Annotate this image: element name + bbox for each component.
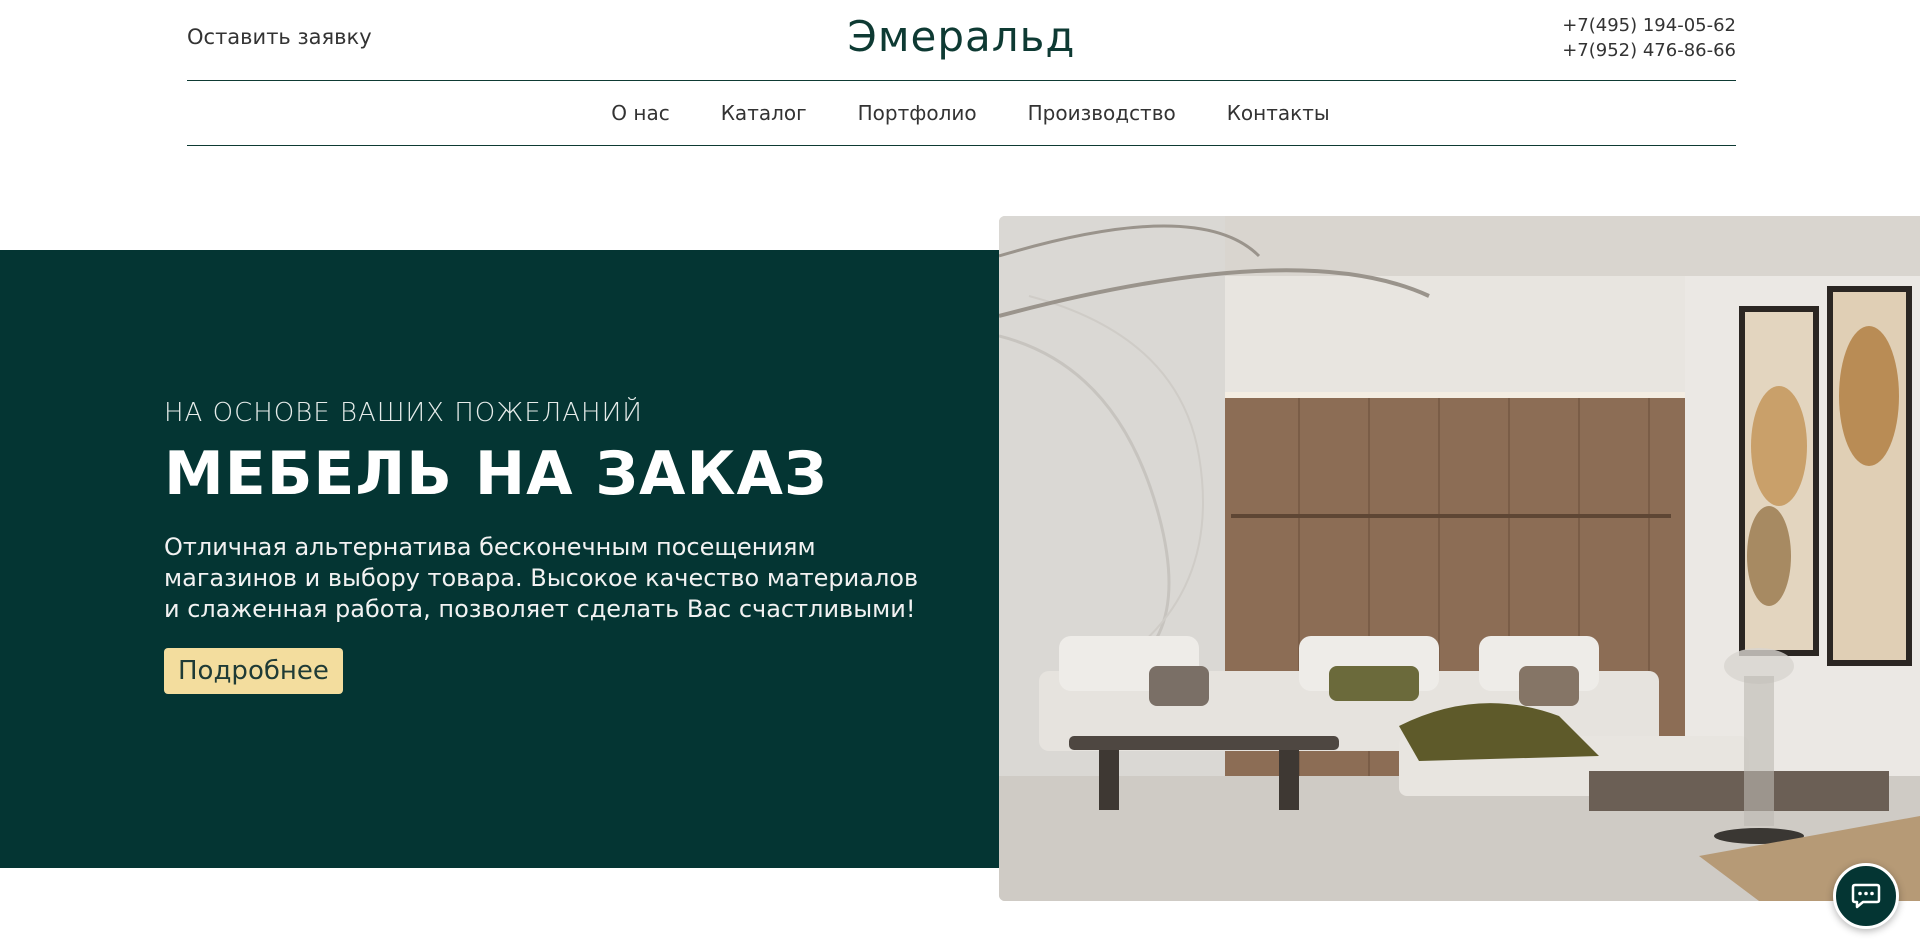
- nav-item-portfolio[interactable]: Портфолио: [858, 101, 977, 125]
- nav-item-contacts[interactable]: Контакты: [1227, 101, 1330, 125]
- site-header: Оставить заявку Эмеральд +7(495) 194-05-…: [187, 0, 1736, 81]
- phone-list: +7(495) 194-05-62 +7(952) 476-86-66: [1562, 13, 1736, 63]
- main-nav: О нас Каталог Портфолио Производство Кон…: [187, 81, 1736, 146]
- hero-content: НА ОСНОВЕ ВАШИХ ПОЖЕЛАНИЙ МЕБЕЛЬ НА ЗАКА…: [164, 398, 954, 694]
- phone-link-1[interactable]: +7(495) 194-05-62: [1562, 13, 1736, 38]
- hero-title: МЕБЕЛЬ НА ЗАКАЗ: [164, 439, 828, 509]
- nav-item-catalog[interactable]: Каталог: [721, 101, 807, 125]
- nav-item-about[interactable]: О нас: [611, 101, 669, 125]
- nav-item-production[interactable]: Производство: [1028, 101, 1176, 125]
- chat-button[interactable]: [1833, 863, 1899, 929]
- phone-link-2[interactable]: +7(952) 476-86-66: [1562, 38, 1736, 63]
- more-button[interactable]: Подробнее: [164, 648, 343, 694]
- brand-logo[interactable]: Эмеральд: [187, 12, 1736, 61]
- hero-eyebrow: НА ОСНОВЕ ВАШИХ ПОЖЕЛАНИЙ: [164, 398, 643, 428]
- hero-description: Отличная альтернатива бесконечным посеще…: [164, 533, 919, 623]
- hero-interior-image: [999, 216, 1920, 901]
- chat-icon: [1851, 883, 1881, 909]
